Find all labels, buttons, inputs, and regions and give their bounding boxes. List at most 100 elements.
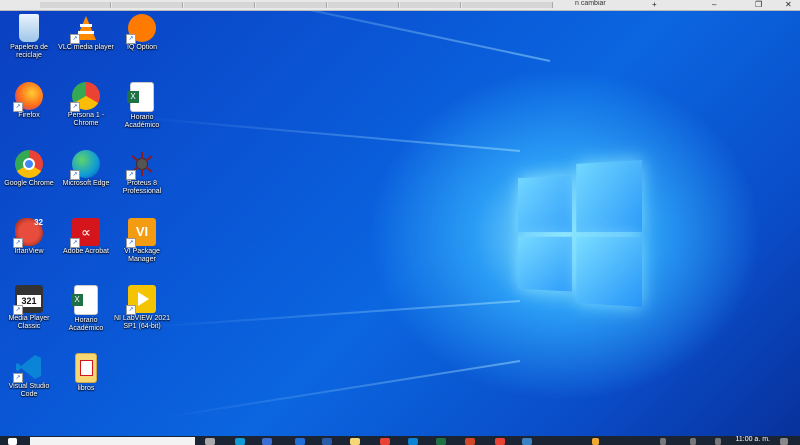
desktop-icon-proteus[interactable]: ↗ Proteus 8 Professional: [113, 150, 171, 196]
shortcut-arrow-icon: ↗: [70, 102, 80, 112]
light-beam: [150, 300, 521, 328]
shortcut-arrow-icon: ↗: [13, 373, 23, 383]
vscode-icon: ↗: [13, 353, 43, 383]
taskbar-clock[interactable]: 11:00 a. m.: [735, 436, 770, 444]
desktop-icon-label: IQ Option: [127, 44, 157, 51]
desktop-icon-vlc[interactable]: ↗ VLC media player: [57, 14, 115, 52]
task-view-icon[interactable]: [205, 438, 215, 445]
minimize-button[interactable]: –: [712, 0, 716, 9]
tray-icon[interactable]: [715, 438, 721, 445]
taskbar-powerpoint-icon[interactable]: [465, 438, 475, 445]
shortcut-arrow-icon: ↗: [70, 34, 80, 44]
desktop-icon-google-chrome[interactable]: Google Chrome: [0, 150, 58, 188]
desktop-icon-firefox[interactable]: ↗ Firefox: [0, 82, 58, 120]
vlc-cone-icon: ↗: [70, 14, 100, 44]
irfanview-icon: 32 ↗: [13, 218, 43, 248]
taskbar-mail-icon[interactable]: [295, 438, 305, 445]
desktop-icon-microsoft-edge[interactable]: ↗ Microsoft Edge: [57, 150, 115, 188]
taskbar-app-icon[interactable]: [522, 438, 532, 445]
windows-logo-pane: [517, 175, 573, 233]
desktop-icon-vi-package-manager[interactable]: VI ↗ VI Package Manager: [113, 218, 171, 264]
desktop-icon-label: Firefox: [18, 112, 40, 119]
taskbar-chrome-icon[interactable]: [380, 438, 390, 445]
browser-tab-strip: n cambiar + – ❐ ✕: [0, 0, 800, 11]
desktop-icon-label: Horario Académico: [68, 317, 104, 332]
taskbar-app-icon[interactable]: [408, 438, 418, 445]
desktop-icon-libros[interactable]: libros: [57, 353, 115, 393]
taskbar-search-box[interactable]: [30, 437, 195, 445]
desktop-icon-label: Horario Académico: [124, 114, 160, 129]
browser-tab[interactable]: [184, 2, 255, 8]
desktop-icon-label: Adobe Acrobat: [63, 248, 109, 255]
desktop-icon-vscode[interactable]: ↗ Visual Studio Code: [0, 353, 58, 399]
shortcut-arrow-icon: ↗: [13, 305, 23, 315]
shortcut-arrow-icon: ↗: [70, 170, 80, 180]
browser-tab[interactable]: [40, 2, 111, 8]
shortcut-arrow-icon: ↗: [13, 238, 23, 248]
desktop-icon-labview[interactable]: ↗ NI LabVIEW 2021 SP1 (64-bit): [113, 285, 171, 331]
iq-option-icon: ↗: [126, 14, 156, 44]
desktop-icon-label: Google Chrome: [4, 180, 54, 187]
taskbar: 11:00 a. m.: [0, 436, 800, 445]
windows-logo-pane: [576, 160, 642, 233]
desktop-icon-irfanview[interactable]: 32 ↗ IrfanView: [0, 218, 58, 256]
taskbar-chrome-profile-icon[interactable]: [495, 438, 505, 445]
maximize-button[interactable]: ❐: [755, 0, 762, 9]
browser-tab[interactable]: [256, 2, 327, 8]
chrome-profile-icon: ↗: [70, 82, 100, 112]
notifications-icon[interactable]: [780, 438, 788, 445]
desktop-icon-label: Media Player Classic: [8, 315, 50, 330]
desktop-icon-label: Persona 1 - Chrome: [67, 112, 105, 127]
taskbar-browser-icon[interactable]: [322, 438, 332, 445]
shortcut-arrow-icon: ↗: [126, 238, 136, 248]
taskbar-edge-icon[interactable]: [235, 438, 245, 445]
shortcut-arrow-icon: ↗: [126, 34, 136, 44]
browser-tab[interactable]: [328, 2, 399, 8]
shortcut-arrow-icon: ↗: [13, 102, 23, 112]
desktop-icon-label: VI Package Manager: [124, 248, 160, 263]
labview-icon: ↗: [126, 285, 156, 315]
taskbar-folder-icon[interactable]: [350, 438, 360, 445]
desktop-icon-label: libros: [77, 385, 95, 392]
browser-tab[interactable]: [112, 2, 183, 8]
chrome-icon: [15, 150, 43, 178]
media-player-classic-icon: 321 ↗: [13, 285, 43, 315]
desktop-icon-label: NI LabVIEW 2021 SP1 (64-bit): [113, 315, 171, 330]
edge-icon: ↗: [70, 150, 100, 180]
start-windows-icon[interactable]: [8, 438, 17, 445]
desktop-icon-media-player-classic[interactable]: 321 ↗ Media Player Classic: [0, 285, 58, 331]
tray-icon[interactable]: [690, 438, 696, 445]
desktop-icon-excel-horario[interactable]: X Horario Académico: [113, 82, 171, 130]
shortcut-arrow-icon: ↗: [126, 305, 136, 315]
close-button[interactable]: ✕: [785, 0, 792, 9]
taskbar-excel-icon[interactable]: [436, 438, 446, 445]
desktop-icon-recycle-bin[interactable]: Papelera de reciclaje: [0, 14, 58, 60]
windows-logo-pane: [576, 236, 642, 307]
acrobat-icon: ∝ ↗: [70, 218, 100, 248]
shortcut-arrow-icon: ↗: [126, 170, 136, 180]
windows-logo-pane: [517, 236, 573, 292]
excel-icon: X: [127, 82, 154, 112]
light-beam: [164, 360, 521, 419]
taskbar-store-icon[interactable]: [262, 438, 272, 445]
desktop-icon-label: Visual Studio Code: [8, 383, 50, 398]
browser-tab[interactable]: [400, 2, 461, 8]
firefox-icon: ↗: [13, 82, 43, 112]
desktop-icon-excel-horario-2[interactable]: X Horario Académico: [57, 285, 115, 333]
recycle-bin-icon: [19, 14, 39, 42]
desktop-icon-label: VLC media player: [58, 44, 114, 51]
weather-icon[interactable]: [592, 438, 599, 445]
shortcut-arrow-icon: ↗: [70, 238, 80, 248]
desktop-icon-chrome-profile[interactable]: ↗ Persona 1 - Chrome: [57, 82, 115, 128]
desktop-icon-adobe-acrobat[interactable]: ∝ ↗ Adobe Acrobat: [57, 218, 115, 256]
browser-tab[interactable]: [462, 2, 553, 8]
tray-icon[interactable]: [660, 438, 666, 445]
light-beam: [141, 116, 521, 152]
desktop-icon-iq-option[interactable]: ↗ IQ Option: [113, 14, 171, 52]
new-tab-button[interactable]: +: [652, 0, 657, 9]
desktop-icon-label: Proteus 8 Professional: [122, 180, 162, 195]
browser-tab-label[interactable]: n cambiar: [575, 0, 606, 7]
desktop-icon-label: IrfanView: [14, 248, 44, 255]
proteus-icon: ↗: [126, 150, 156, 180]
folder-icon: [75, 353, 97, 383]
